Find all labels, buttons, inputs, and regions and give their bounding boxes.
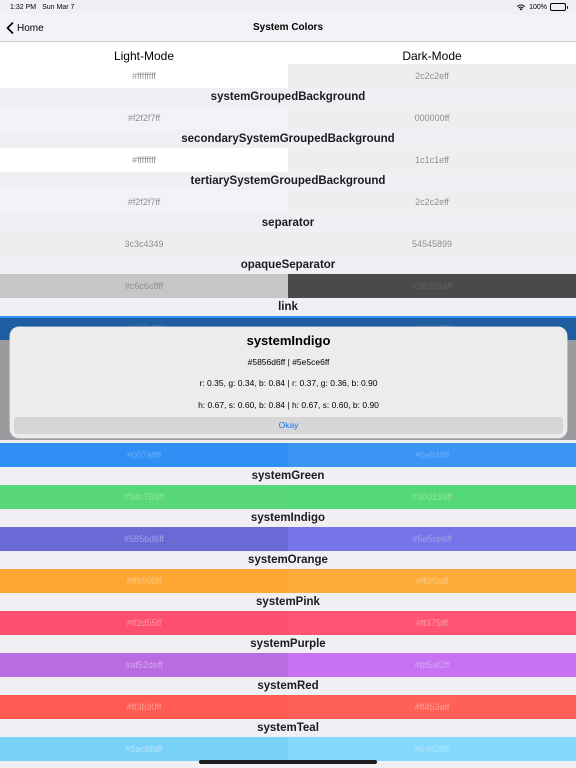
status-date: Sun Mar 7	[42, 3, 75, 11]
dark-hex-cell: #30d158ff	[288, 485, 576, 509]
section-title: systemOrange	[0, 551, 576, 569]
dark-hex-cell: 2c2c2eff	[288, 190, 576, 214]
light-hex-cell: #ff9500ff	[0, 569, 288, 593]
light-mode-header: Light-Mode	[113, 49, 175, 63]
light-hex-cell: #f2f2f7ff	[0, 106, 288, 130]
section-title: opaqueSeparator	[0, 256, 576, 274]
light-hex-cell: #ffffffff	[0, 64, 288, 88]
color-row[interactable]: #34c759ff #30d158ff	[0, 485, 576, 509]
section-title: separator	[0, 214, 576, 232]
light-hex-cell: #c6c6c8ff	[0, 274, 288, 298]
dark-hex-cell: #ff375fff	[288, 611, 576, 635]
section-title: systemRed	[0, 677, 576, 695]
color-info-alert: systemIndigo #5856d6ff | #5e5ce6ff r: 0.…	[10, 327, 567, 438]
alert-hex-line: #5856d6ff | #5e5ce6ff	[247, 357, 330, 367]
section-title: systemTeal	[0, 719, 576, 737]
dark-hex-cell: #bf5af2ff	[288, 653, 576, 677]
section-title: systemPink	[0, 593, 576, 611]
dark-hex-cell: #ff9f0aff	[288, 569, 576, 593]
light-hex-cell: #ff2d55ff	[0, 611, 288, 635]
light-hex-cell: #ffffffff	[0, 148, 288, 172]
alert-hsb-line: h: 0.67, s: 0.60, b: 0.84 | h: 0.67, s: …	[198, 400, 379, 410]
color-row[interactable]: 3c3c4349 54545899	[0, 232, 576, 256]
status-time: 1:32 PM	[10, 3, 37, 11]
section-title: secondarySystemGroupedBackground	[0, 130, 576, 148]
section-title: link	[0, 298, 576, 316]
light-hex-cell: 3c3c4349	[0, 232, 288, 256]
dark-hex-cell: #5e5ce6ff	[288, 527, 576, 551]
home-indicator	[199, 760, 377, 764]
color-row[interactable]: #f2f2f7ff 000000ff	[0, 106, 576, 130]
dark-hex-cell: #ff453aff	[288, 695, 576, 719]
alert-rgb-line: r: 0.35, g: 0.34, b: 0.84 | r: 0.37, g: …	[199, 378, 378, 388]
dark-hex-cell: #0a84ffff	[288, 443, 576, 467]
back-button-label: Home	[17, 22, 44, 34]
color-row[interactable]: #ff3b30ff #ff453aff	[0, 695, 576, 719]
alert-title: systemIndigo	[246, 333, 331, 348]
dark-hex-cell: #38383aff	[288, 274, 576, 298]
section-title: tertiarySystemGroupedBackground	[0, 172, 576, 190]
light-hex-cell: #af52deff	[0, 653, 288, 677]
color-row[interactable]: #ff9500ff #ff9f0aff	[0, 569, 576, 593]
color-row[interactable]: #f2f2f7ff 2c2c2eff	[0, 190, 576, 214]
color-row[interactable]: #c6c6c8ff #38383aff	[0, 274, 576, 298]
wifi-icon	[516, 4, 526, 11]
color-row[interactable]: #ffffffff 1c1c1eff	[0, 148, 576, 172]
page-title: System Colors	[252, 22, 324, 33]
dark-hex-cell: 1c1c1eff	[288, 148, 576, 172]
dark-hex-cell: 000000ff	[288, 106, 576, 130]
light-hex-cell: #f2f2f7ff	[0, 190, 288, 214]
dark-hex-cell: 54545899	[288, 232, 576, 256]
section-title: systemGreen	[0, 467, 576, 485]
color-row[interactable]: #ffffffff 2c2c2eff	[0, 64, 576, 88]
back-button[interactable]: Home	[6, 14, 44, 42]
color-row[interactable]: #007affff #0a84ffff	[0, 443, 576, 467]
light-hex-cell: #5856d6ff	[0, 527, 288, 551]
navigation-bar: Home System Colors	[0, 14, 576, 42]
dark-hex-cell: #64d2ffff	[288, 737, 576, 761]
color-row[interactable]: #5856d6ff #5e5ce6ff	[0, 527, 576, 551]
chevron-left-icon	[6, 22, 14, 34]
light-hex-cell: #007affff	[0, 443, 288, 467]
section-title: systemGroupedBackground	[0, 88, 576, 106]
battery-percent: 100%	[529, 3, 547, 11]
light-hex-cell: #ff3b30ff	[0, 695, 288, 719]
column-headers: Light-Mode Dark-Mode	[0, 42, 576, 66]
color-row[interactable]: #5ac8faff #64d2ffff	[0, 737, 576, 761]
okay-button[interactable]: Okay	[14, 417, 563, 434]
status-bar: 1:32 PM Sun Mar 7 100%	[0, 0, 576, 14]
color-row[interactable]: #ff2d55ff #ff375fff	[0, 611, 576, 635]
battery-icon	[550, 3, 568, 11]
light-hex-cell: #5ac8faff	[0, 737, 288, 761]
dark-hex-cell: 2c2c2eff	[288, 64, 576, 88]
light-hex-cell: #34c759ff	[0, 485, 288, 509]
section-title: systemIndigo	[0, 509, 576, 527]
section-title: systemPurple	[0, 635, 576, 653]
color-row[interactable]: #af52deff #bf5af2ff	[0, 653, 576, 677]
dark-mode-header: Dark-Mode	[402, 49, 462, 63]
